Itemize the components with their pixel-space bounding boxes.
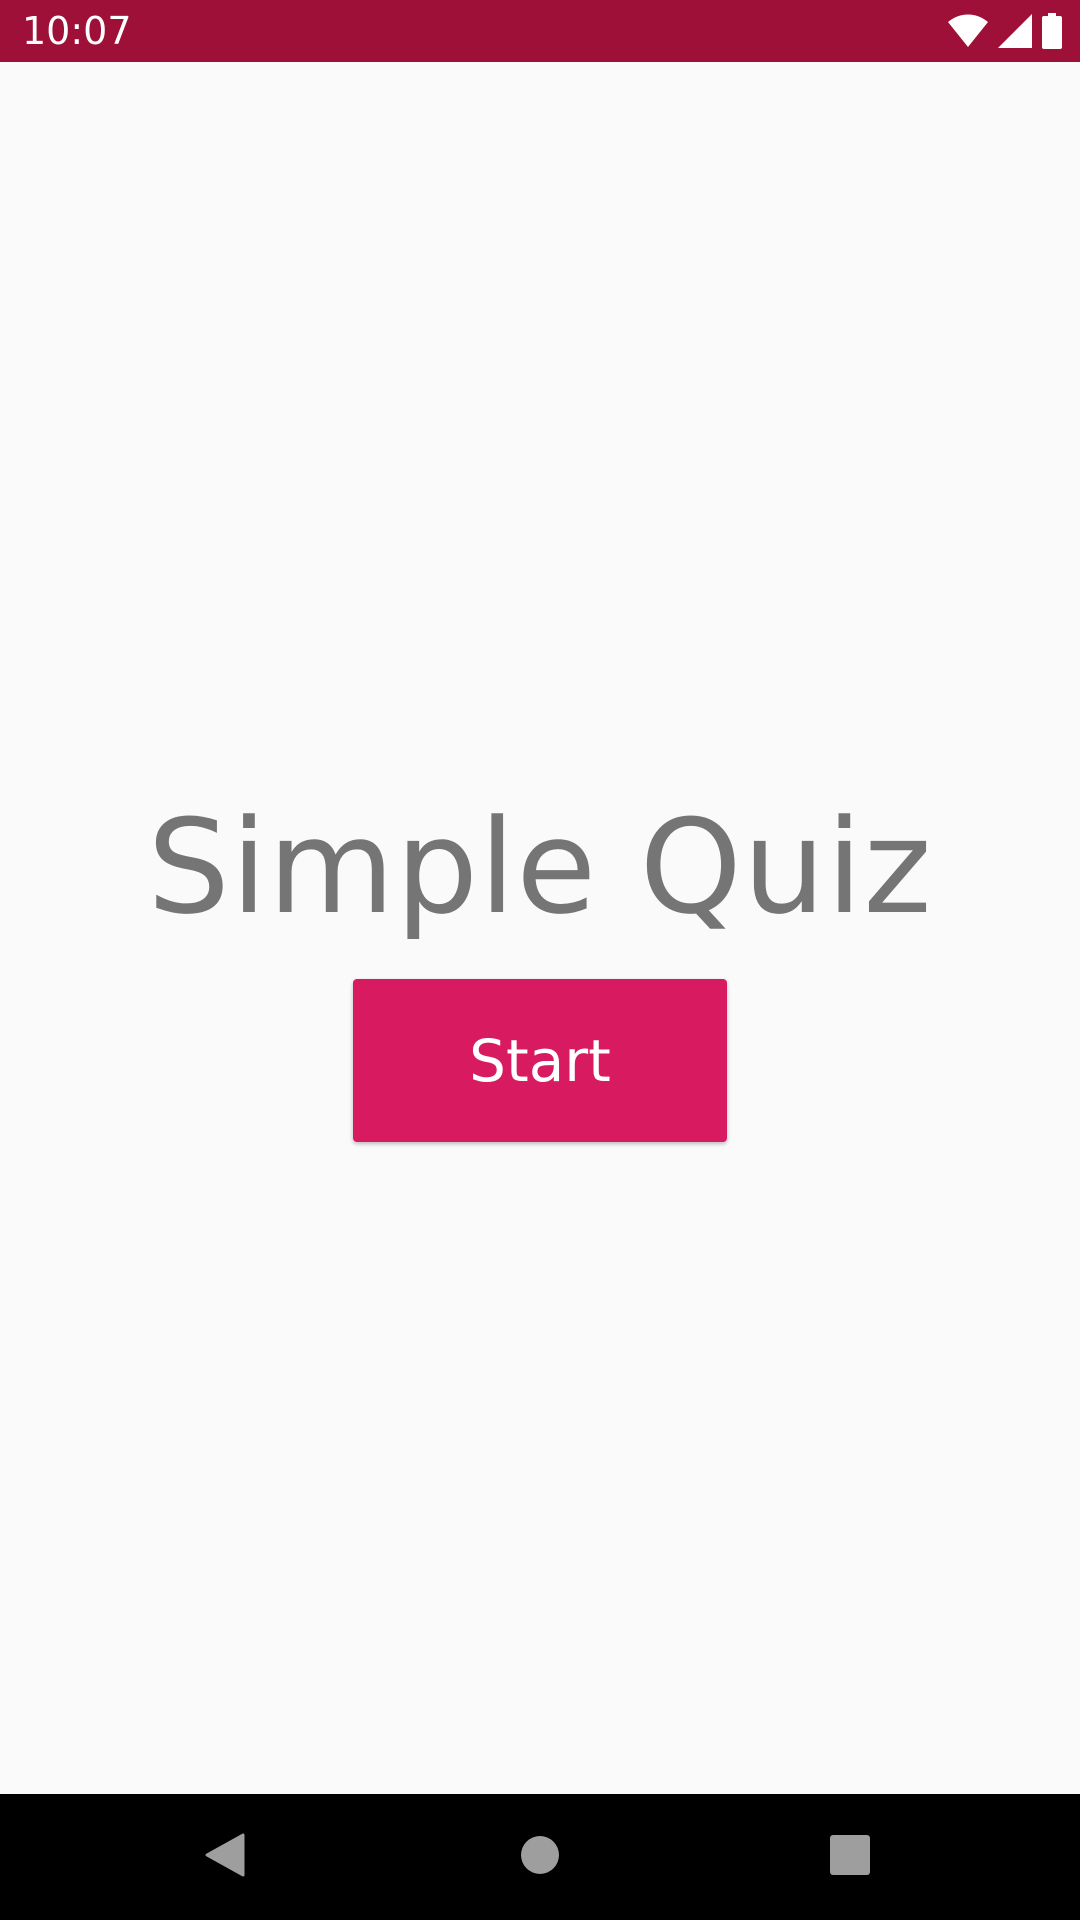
cell-signal-icon	[998, 14, 1032, 48]
start-button[interactable]: Start	[353, 979, 727, 1142]
home-button[interactable]	[505, 1824, 575, 1890]
navigation-bar	[0, 1794, 1080, 1920]
status-bar: 10:07	[0, 0, 1080, 62]
recents-button[interactable]	[815, 1824, 885, 1890]
app-title: Simple Quiz	[147, 791, 933, 943]
status-time: 10:07	[22, 9, 132, 53]
home-icon	[520, 1835, 560, 1879]
wifi-icon	[948, 14, 988, 48]
main-content: Simple Quiz Start	[0, 62, 1080, 1794]
back-button[interactable]	[190, 1824, 260, 1890]
back-icon	[205, 1833, 245, 1881]
status-icons	[948, 12, 1062, 50]
recents-icon	[830, 1835, 870, 1879]
battery-icon	[1042, 13, 1062, 49]
screen: 10:07 Simple Quiz Start	[0, 0, 1080, 1920]
